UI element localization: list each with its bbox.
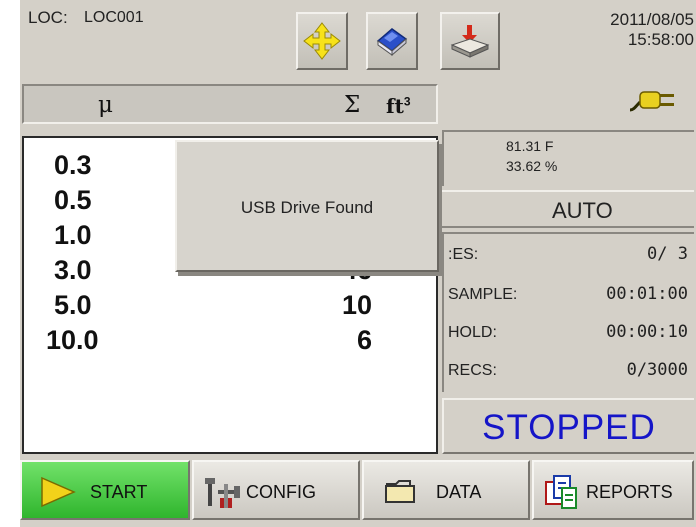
data-label: DATA: [436, 482, 482, 502]
sum-column-header: Σ: [344, 92, 361, 118]
hold-row: HOLD: 00:00:10: [448, 318, 688, 346]
sampling-stats: :ES: 0/ 3 SAMPLE: 00:01:00 HOLD: 00:00:1…: [442, 232, 694, 392]
cycles-label: :ES:: [448, 246, 479, 263]
sample-row: SAMPLE: 00:01:00: [448, 280, 688, 308]
reports-icon: [545, 475, 577, 509]
particle-size: 1.0: [54, 220, 92, 250]
move-arrows-icon: [303, 22, 341, 60]
size-column-header: μ: [98, 92, 113, 118]
temperature-value: 81.31 F: [506, 138, 554, 154]
sample-value: 00:01:00: [606, 284, 688, 304]
humidity-value: 33.62 %: [506, 158, 558, 174]
folder-icon: [385, 480, 415, 503]
particle-count: 10: [341, 290, 372, 320]
unit-text: ft: [386, 94, 404, 118]
time-text: 15:58:00: [627, 30, 694, 49]
particle-size: 0.3: [54, 150, 92, 180]
particle-size: 3.0: [54, 255, 92, 285]
location-value[interactable]: LOC001: [84, 9, 144, 27]
reports-button[interactable]: REPORTS: [532, 460, 694, 520]
recs-row: RECS: 0/3000: [448, 356, 688, 384]
usb-found-dialog[interactable]: USB Drive Found: [175, 140, 439, 272]
dialog-message: USB Drive Found: [240, 198, 374, 217]
run-status: STOPPED: [442, 398, 694, 454]
start-label: START: [90, 482, 148, 502]
location-label: LOC:: [28, 8, 68, 27]
instrument-screen: LOC: LOC001 2011/08/05 15:58:00 μ Σ ft3 …: [20, 0, 696, 527]
particle-column-header: μ Σ ft3: [22, 84, 438, 124]
manual-button[interactable]: [366, 12, 418, 70]
config-label: CONFIG: [246, 482, 316, 502]
recs-value: 0/3000: [626, 360, 688, 380]
particle-row: 10.0 6: [24, 325, 436, 355]
power-plug-icon: [629, 91, 674, 112]
cycles-value: 0/ 3: [647, 244, 688, 264]
start-button[interactable]: START: [20, 460, 190, 520]
hold-label: HOLD:: [448, 324, 497, 341]
recs-label: RECS:: [448, 362, 497, 379]
sample-label: SAMPLE:: [448, 286, 518, 303]
unit-exponent: 3: [403, 94, 411, 109]
particle-size: 10.0: [46, 325, 99, 355]
data-button[interactable]: DATA: [362, 460, 530, 520]
mode-display[interactable]: AUTO: [442, 190, 694, 228]
unit-column-header: ft3: [386, 94, 411, 119]
export-button[interactable]: [440, 12, 500, 70]
hold-value: 00:00:10: [606, 322, 688, 342]
run-status-text: STOPPED: [482, 408, 656, 447]
config-button[interactable]: CONFIG: [192, 460, 360, 520]
cycles-row: :ES: 0/ 3: [448, 240, 688, 268]
move-button[interactable]: [296, 12, 348, 70]
tools-icon: [205, 478, 240, 508]
play-triangle-icon: [41, 476, 76, 508]
particle-size: 0.5: [54, 185, 92, 215]
download-printer-icon: [450, 25, 490, 58]
mode-value: AUTO: [552, 198, 613, 223]
particle-row: 5.0 10: [24, 290, 436, 320]
date-text: 2011/08/05: [610, 10, 694, 29]
particle-size: 5.0: [54, 290, 92, 320]
reports-label: REPORTS: [586, 482, 673, 502]
datetime-display: 2011/08/05 15:58:00: [610, 10, 694, 50]
book-icon: [376, 28, 408, 57]
environment-readout: 81.31 F 33.62 %: [442, 130, 694, 186]
particle-count: 6: [356, 325, 372, 355]
